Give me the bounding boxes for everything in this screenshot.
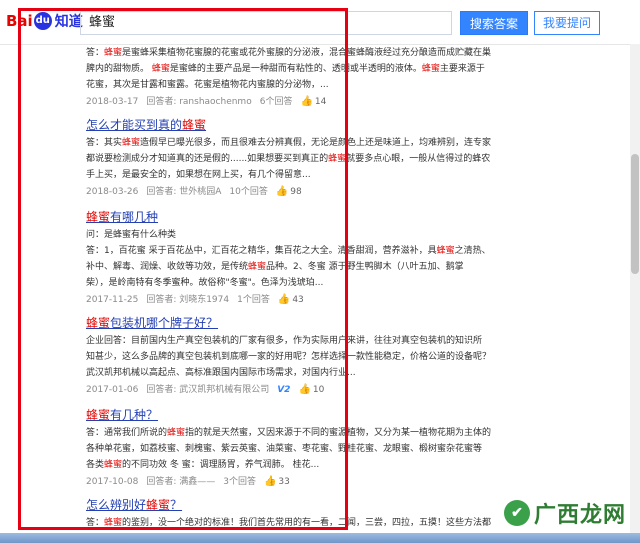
- result-answerer[interactable]: 回答者: 满鑫——: [146, 475, 215, 489]
- like-value: 98: [290, 187, 302, 197]
- logo-zhidao-text: 知道: [54, 14, 83, 30]
- scrollbar[interactable]: [630, 44, 640, 534]
- result-date: 2017-10-08: [86, 477, 139, 487]
- result-snippet-line: 柴），是岭南特有冬季蜜种。故俗称"冬蜜"。色泽为浅琥珀...: [86, 278, 324, 288]
- result-item: 怎么才能买到真的蜂蜜答：其实蜂蜜造假早已曝光很多，而且很难去分辨真假，无论是颜色…: [86, 116, 506, 199]
- result-meta: 2017-10-08 回答者: 满鑫—— 3个回答 👍 33: [86, 475, 506, 489]
- result-snippet-line: 各种单花蜜，如荔枝蜜、刺槐蜜、紫云英蜜、油菜蜜、枣花蜜、野桂花蜜、龙眼蜜、椴树蜜…: [86, 444, 483, 454]
- result-date: 2018-03-26: [86, 187, 139, 197]
- result-meta: 2018-03-26 回答者: 世外桃园A 10个回答 👍 98: [86, 185, 506, 199]
- verified-badge: V2: [277, 385, 291, 395]
- result-item: 蜂蜜包装机哪个牌子好？ 企业回答：目前国内生产真空包装机的厂家有很多，作为实际用户…: [86, 314, 506, 397]
- result-answerer[interactable]: 回答者: 武汉凯邦机械有限公司: [146, 383, 269, 397]
- result-item: 怎么辨别好蜂蜜？ 答：蜂蜜的鉴别，没一个绝对的标准！我们首先常用的有一看，二闻，三…: [86, 496, 506, 530]
- keyword-highlight: 蜂蜜: [182, 118, 207, 132]
- keyword-highlight: 蜂蜜: [146, 498, 171, 512]
- keyword-highlight: 蜂蜜: [104, 48, 123, 58]
- like-count[interactable]: 👍 14: [300, 95, 326, 109]
- result-snippet-line: 补中、解毒、润燥、收敛等功效，是传统蜂蜜品种。2、冬蜜 源于野生鸭脚木（八叶五加…: [86, 262, 464, 272]
- like-value: 14: [314, 97, 327, 107]
- keyword-highlight: 蜂蜜: [86, 210, 111, 224]
- keyword-highlight: 蜂蜜: [421, 64, 440, 74]
- result-snippet-line: 各类蜂蜜的不同功效 冬 蜜：调理肠胃，养气润肺。 桂花...: [86, 460, 320, 470]
- result-title-link[interactable]: 蜂蜜有哪几种: [86, 208, 506, 226]
- result-snippet-line: 企业回答：目前国内生产真空包装机的厂家有很多，作为实际用户来讲，往往对真空包装机…: [86, 336, 483, 346]
- thumbs-up-icon: 👍: [275, 186, 289, 197]
- result-item: 答：蜂蜜是蜜蜂采集植物花蜜腺的花蜜或花外蜜腺的分泌液，混合蜜蜂酶液经过充分酿造而…: [86, 44, 506, 109]
- result-answerer[interactable]: 回答者: 刘晓东1974: [146, 293, 229, 307]
- result-snippet-line: 答：蜂蜜是蜜蜂采集植物花蜜腺的花蜜或花外蜜腺的分泌液，混合蜜蜂酶液经过充分酿造而…: [86, 48, 492, 58]
- thumbs-up-icon: 👍: [300, 96, 313, 107]
- top-bar: Bai du 知道 蜂蜜 搜索答案 我要提问: [0, 0, 640, 45]
- result-date: 2017-11-25: [86, 295, 139, 305]
- keyword-highlight: 蜂蜜: [86, 408, 111, 422]
- result-snippet-line: 答：其实蜂蜜造假早已曝光很多，而且很难去分辨真假，无论是颜色上还是味道上，均难辨…: [86, 138, 492, 148]
- keyword-highlight: 蜂蜜: [122, 138, 141, 148]
- result-snippet-line: 脾内的甜物质。 蜂蜜是蜜蜂的主要产品是一种甜而有粘性的、透明或半透明的液体。蜂蜜…: [86, 64, 485, 74]
- keyword-highlight: 蜂蜜: [151, 64, 170, 74]
- result-snippet-line: 都说要检测成分才知道真的还是假的......如果想要买到真正的蜂蜜就要多点心眼，…: [86, 154, 491, 164]
- result-title-link[interactable]: 蜂蜜包装机哪个牌子好？: [86, 314, 506, 332]
- result-answer-count[interactable]: 6个回答: [260, 95, 293, 109]
- keyword-highlight: 蜂蜜: [436, 246, 455, 256]
- like-count[interactable]: 👍 98: [276, 185, 302, 199]
- keyword-highlight: 蜂蜜: [104, 518, 123, 528]
- result-snippet-line: 武汉凯邦机械以高起点、高标准跟国内国际市场需求，对国内行业...: [86, 368, 356, 378]
- ask-question-button[interactable]: 我要提问: [534, 11, 600, 35]
- result-item: 蜂蜜有几种？ 答：通常我们所说的蜂蜜指的就是天然蜜，又因来源于不同的蜜源植物，又分…: [86, 406, 506, 489]
- result-meta: 2017-01-06 回答者: 武汉凯邦机械有限公司 V2 👍 10: [86, 383, 506, 397]
- result-question: 问：是蜂蜜有什么种类: [86, 230, 177, 240]
- logo-bai-text: Bai: [6, 12, 33, 30]
- result-snippet-line: 花蜜，其次是甘露和蜜露。花蜜是植物花内蜜腺的分泌物，...: [86, 80, 329, 90]
- paw-icon: du: [33, 12, 52, 30]
- thumbs-up-icon: 👍: [277, 294, 291, 305]
- taskbar: [0, 533, 640, 543]
- like-count[interactable]: 👍 43: [278, 293, 304, 307]
- result-snippet-line: 答：1，百花蜜 采于百花丛中，汇百花之精华，集百花之大全。清香甜润，营养滋补，具…: [86, 246, 491, 256]
- result-answer-count[interactable]: 1个回答: [237, 293, 270, 307]
- watermark-text: 广西龙网: [533, 502, 626, 528]
- result-answerer[interactable]: 回答者: ranshaochenmo: [146, 95, 251, 109]
- watermark-logo-icon: ✔: [503, 500, 530, 526]
- keyword-highlight: 蜂蜜: [167, 428, 186, 438]
- result-title-link[interactable]: 怎么辨别好蜂蜜？: [86, 496, 506, 514]
- scroll-thumb[interactable]: [631, 154, 639, 274]
- like-value: 33: [278, 477, 290, 487]
- like-value: 43: [292, 295, 304, 305]
- keyword-highlight: 蜂蜜: [86, 316, 111, 330]
- result-meta: 2018-03-17 回答者: ranshaochenmo 6个回答 👍 14: [86, 95, 506, 109]
- result-snippet-line: 手上买，是最安全的，如果想在网上买，有几个得留意...: [86, 170, 311, 180]
- search-answer-button[interactable]: 搜索答案: [460, 11, 528, 35]
- result-answer-count[interactable]: 10个回答: [229, 185, 267, 199]
- result-snippet-line: 答：蜂蜜的鉴别，没一个绝对的标准！我们首先常用的有一看，二闻，三尝，四拉，五摸！…: [86, 518, 492, 528]
- thumbs-up-icon: 👍: [298, 384, 311, 395]
- result-date: 2018-03-17: [86, 97, 139, 107]
- watermark: ✔ 广西龙网: [503, 497, 626, 529]
- thumbs-up-icon: 👍: [263, 476, 277, 487]
- result-snippet-line: 答：通常我们所说的蜂蜜指的就是天然蜜，又因来源于不同的蜜源植物，又分为某一植物花…: [86, 428, 492, 438]
- result-snippet-line: 知甚少，这么多品牌的真空包装机到底哪一家的好用呢？怎样选择一款性能稳定，价格公道…: [86, 352, 492, 362]
- like-value: 10: [312, 385, 325, 395]
- keyword-highlight: 蜂蜜: [248, 262, 267, 272]
- result-title-link[interactable]: 蜂蜜有几种？: [86, 406, 506, 424]
- like-count[interactable]: 👍 10: [298, 383, 324, 397]
- keyword-highlight: 蜂蜜: [328, 154, 347, 164]
- result-meta: 2017-11-25 回答者: 刘晓东1974 1个回答 👍 43: [86, 293, 506, 307]
- result-answer-count[interactable]: 3个回答: [223, 475, 256, 489]
- keyword-highlight: 蜂蜜: [104, 460, 123, 470]
- result-answerer[interactable]: 回答者: 世外桃园A: [146, 185, 221, 199]
- result-title-link[interactable]: 怎么才能买到真的蜂蜜: [86, 116, 506, 134]
- baidu-zhidao-logo[interactable]: Bai du 知道: [6, 10, 83, 32]
- like-count[interactable]: 👍 33: [264, 475, 290, 489]
- result-date: 2017-01-06: [86, 385, 139, 395]
- result-item: 蜂蜜有哪几种问：是蜂蜜有什么种类答：1，百花蜜 采于百花丛中，汇百花之精华，集百…: [86, 208, 506, 307]
- search-input[interactable]: 蜂蜜: [80, 11, 452, 35]
